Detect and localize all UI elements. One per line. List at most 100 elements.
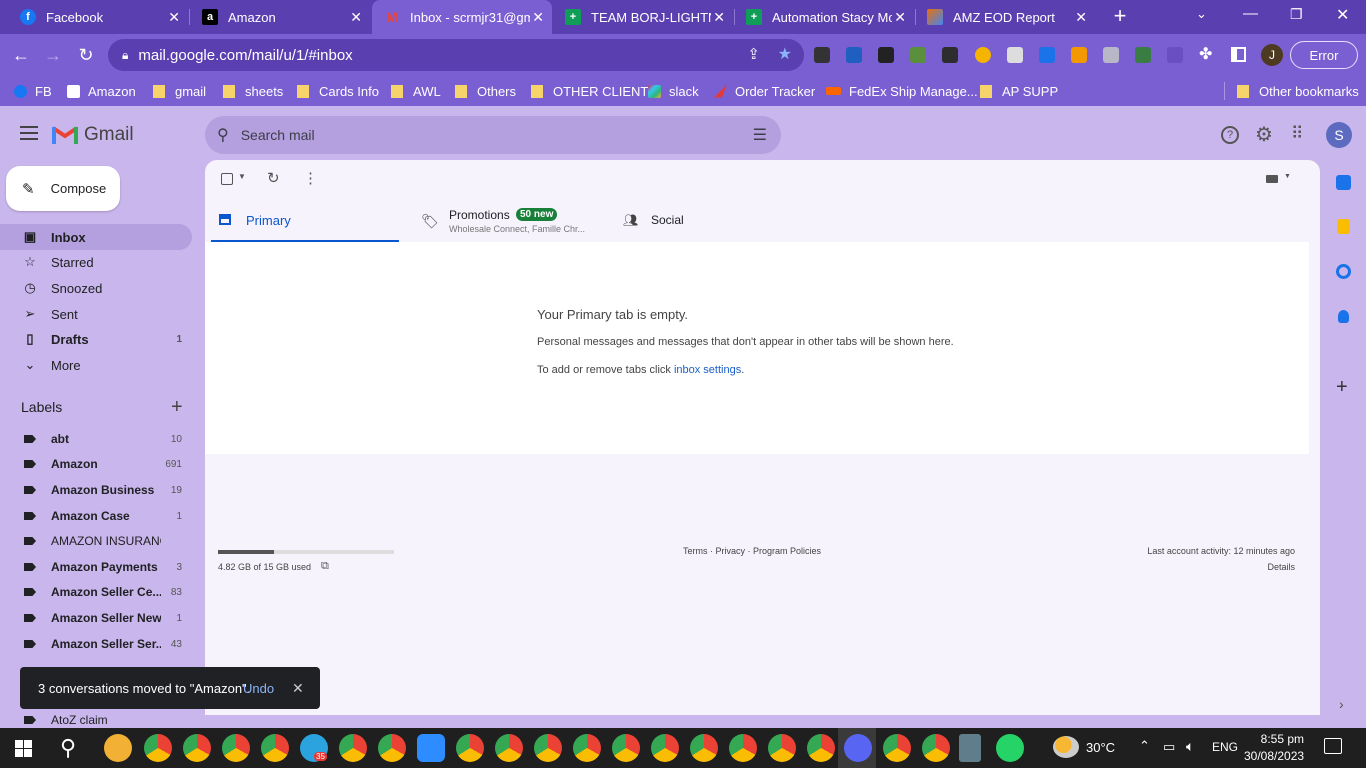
close-icon[interactable]: ✕: [168, 9, 180, 26]
chrome-icon[interactable]: [534, 734, 562, 762]
add-addon-icon[interactable]: +: [1336, 376, 1348, 399]
chrome-icon[interactable]: [183, 734, 211, 762]
label-item[interactable]: AMAZON INSURANCE: [0, 530, 192, 552]
nav-starred[interactable]: ☆ Starred: [0, 249, 192, 275]
close-icon[interactable]: ✕: [894, 9, 906, 26]
error-button[interactable]: Error: [1290, 41, 1358, 69]
account-avatar[interactable]: S: [1326, 122, 1352, 148]
footer-links[interactable]: Terms · Privacy · Program Policies: [683, 546, 821, 556]
chrome-icon[interactable]: [495, 734, 523, 762]
nav-drafts[interactable]: ▯ Drafts 1: [0, 326, 192, 352]
chart-extension-icon[interactable]: [1071, 47, 1087, 63]
chrome-icon[interactable]: [378, 734, 406, 762]
extension-icon[interactable]: [814, 47, 830, 63]
settings-gear-icon[interactable]: ⚙: [1255, 122, 1273, 147]
bookmark-folder-gmail[interactable]: gmail: [153, 82, 206, 100]
chrome-icon[interactable]: [651, 734, 679, 762]
restore-icon[interactable]: ❐: [1290, 6, 1303, 23]
zoom-icon[interactable]: [417, 734, 445, 762]
tab-promotions[interactable]: 🏷︎ Promotions 50 new Wholesale Connect, …: [415, 200, 605, 243]
chrome-icon[interactable]: [456, 734, 484, 762]
close-icon[interactable]: ✕: [532, 9, 544, 26]
bookmark-amazon[interactable]: Amazon: [67, 82, 136, 100]
label-item[interactable]: Amazon Payments 3: [0, 556, 192, 578]
side-panel-icon[interactable]: [1231, 47, 1246, 62]
extension-icon[interactable]: [1135, 47, 1151, 63]
nav-more[interactable]: ⌄ More: [0, 352, 192, 378]
label-item[interactable]: Amazon Seller Ser... 43: [0, 633, 192, 655]
app-icon[interactable]: [104, 734, 132, 762]
chrome-icon[interactable]: [612, 734, 640, 762]
contacts-icon[interactable]: [1338, 310, 1349, 323]
keyboard-icon[interactable]: [1266, 175, 1278, 183]
camera-extension-icon[interactable]: [878, 47, 894, 63]
undo-button[interactable]: Undo: [243, 681, 274, 696]
extension-icon[interactable]: [1103, 47, 1119, 63]
apps-grid-icon[interactable]: ⠿: [1291, 124, 1303, 144]
clock-date[interactable]: 30/08/2023: [1244, 749, 1304, 763]
bookmark-fb[interactable]: FB: [14, 82, 52, 100]
close-icon[interactable]: ✕: [350, 9, 362, 26]
extension-icon[interactable]: [846, 47, 862, 63]
chrome-icon[interactable]: [922, 734, 950, 762]
nav-snoozed[interactable]: ◷ Snoozed: [0, 275, 192, 301]
calendar-icon[interactable]: [1336, 175, 1351, 190]
close-icon[interactable]: ✕: [292, 680, 304, 697]
forward-icon[interactable]: →: [40, 42, 66, 68]
extension-icon[interactable]: [975, 47, 991, 63]
bookmark-folder-sheets[interactable]: sheets: [223, 82, 283, 100]
search-options-icon[interactable]: ☰: [753, 125, 767, 145]
nav-sent[interactable]: ➢ Sent: [0, 301, 192, 327]
bookmark-folder-other-client[interactable]: OTHER CLIENT: [531, 82, 648, 100]
extension-icon[interactable]: [910, 47, 926, 63]
label-item[interactable]: Amazon Case 1: [0, 505, 192, 527]
chrome-icon[interactable]: [261, 734, 289, 762]
caret-down-icon[interactable]: ▼: [238, 172, 246, 181]
address-bar[interactable]: 🔒︎ mail.google.com/mail/u/1/#inbox ⇪ ★: [108, 39, 804, 71]
network-icon[interactable]: ▭: [1163, 739, 1175, 755]
label-item[interactable]: Amazon Seller Ce... 83: [0, 581, 192, 603]
chrome-icon[interactable]: [144, 734, 172, 762]
share-icon[interactable]: ⇪: [747, 45, 760, 63]
volume-icon[interactable]: 🔈︎: [1186, 738, 1194, 755]
chrome-icon[interactable]: [807, 734, 835, 762]
search-icon[interactable]: ⚲: [60, 735, 76, 761]
extension-icon[interactable]: [1167, 47, 1183, 63]
clock-time[interactable]: 8:55 pm: [1246, 732, 1304, 746]
tab-search-icon[interactable]: ⌄: [1196, 6, 1207, 22]
tab-team-borj[interactable]: + TEAM BORJ-LIGHTNIN ✕: [553, 0, 733, 34]
expand-panel-icon[interactable]: ›: [1339, 696, 1344, 712]
language-indicator[interactable]: ENG: [1212, 740, 1238, 754]
windows-start-icon[interactable]: [15, 740, 32, 757]
minimize-icon[interactable]: —: [1243, 5, 1258, 22]
weather-icon[interactable]: [1053, 736, 1079, 758]
tab-amz-eod[interactable]: AMZ EOD Report ✕: [915, 0, 1095, 34]
search-bar[interactable]: ⚲ Search mail ☰: [205, 116, 781, 154]
chrome-icon[interactable]: [883, 734, 911, 762]
label-item[interactable]: Amazon Seller New... 1: [0, 607, 192, 629]
close-icon[interactable]: ✕: [1075, 9, 1087, 26]
extensions-puzzle-icon[interactable]: ✤: [1199, 44, 1212, 64]
chrome-icon[interactable]: [339, 734, 367, 762]
label-item[interactable]: Amazon 691: [0, 453, 192, 475]
chrome-icon[interactable]: [690, 734, 718, 762]
bookmark-slack[interactable]: slack: [648, 82, 699, 100]
bookmark-folder-other-bookmarks[interactable]: Other bookmarks: [1237, 82, 1359, 100]
inbox-settings-link[interactable]: inbox settings: [674, 364, 741, 376]
more-options-icon[interactable]: ⋮: [303, 169, 318, 187]
whatsapp-icon[interactable]: [996, 734, 1024, 762]
back-icon[interactable]: ←: [8, 42, 34, 68]
bookmark-folder-awl[interactable]: AWL: [391, 82, 441, 100]
chrome-icon[interactable]: [573, 734, 601, 762]
tab-primary[interactable]: Primary: [211, 200, 399, 243]
notifications-icon[interactable]: [1324, 738, 1342, 754]
open-external-icon[interactable]: ⧉: [321, 560, 329, 573]
close-window-icon[interactable]: ✕: [1336, 5, 1349, 25]
caret-down-icon[interactable]: ▼: [1284, 173, 1291, 180]
tasks-icon[interactable]: [1336, 264, 1351, 279]
bookmark-folder-ap-supp[interactable]: AP SUPP: [980, 82, 1058, 100]
bookmark-order-tracker[interactable]: Order Tracker: [714, 82, 815, 100]
tab-facebook[interactable]: f Facebook ✕: [8, 0, 188, 34]
extension-icon[interactable]: [942, 47, 958, 63]
label-item[interactable]: Amazon Business 19: [0, 479, 192, 501]
